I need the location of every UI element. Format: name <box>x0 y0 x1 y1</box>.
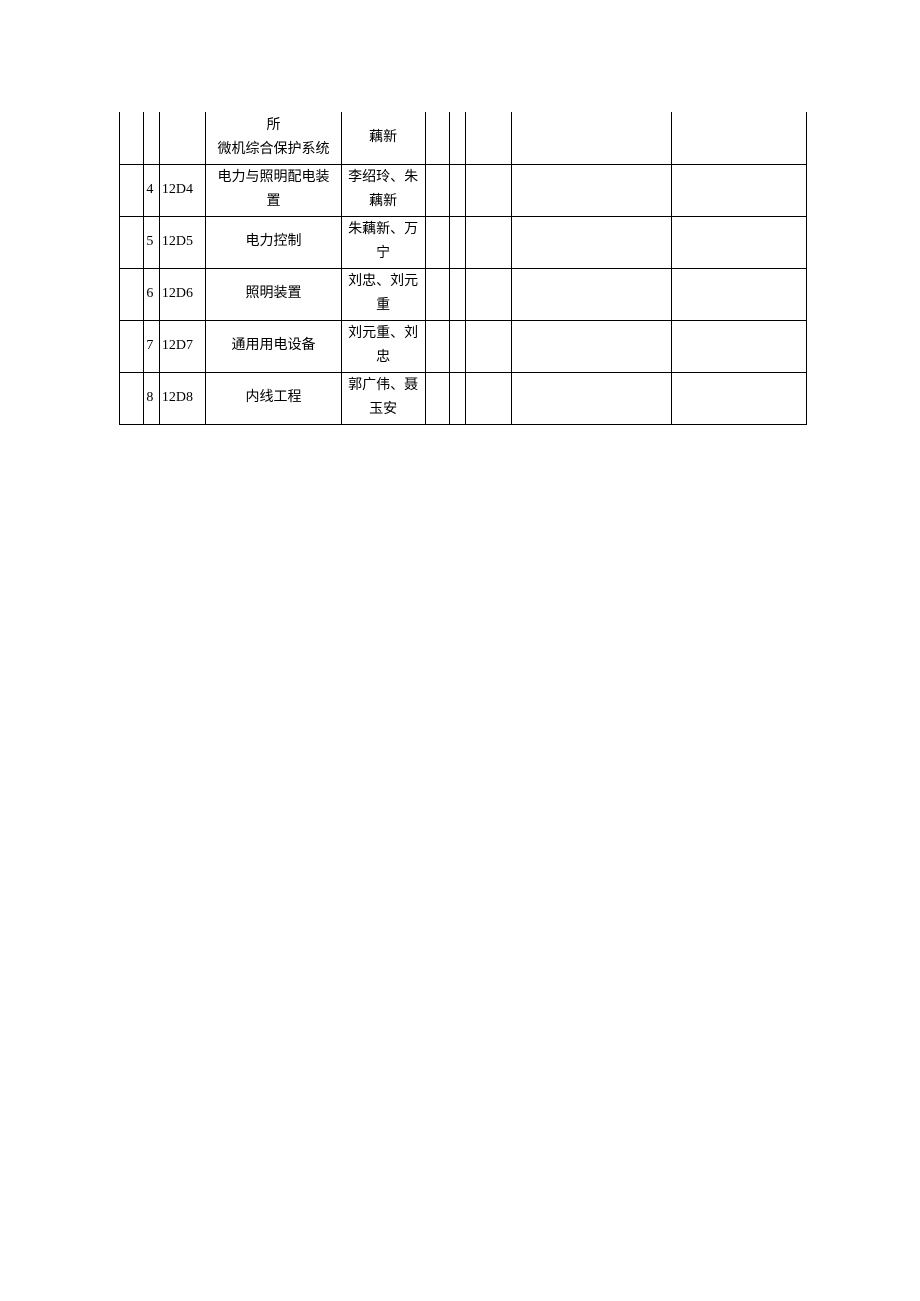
row-people: 郭广伟、聂玉安 <box>341 372 425 424</box>
row-name: 电力与照明配电装置 <box>206 164 341 216</box>
row-code: 12D7 <box>159 320 206 372</box>
table-row: 所微机综合保护系统藕新 <box>120 112 807 164</box>
blank-col-a <box>120 268 144 320</box>
row-index: 6 <box>144 268 160 320</box>
blank-col <box>671 164 806 216</box>
row-name-line1: 内线工程 <box>206 386 340 410</box>
blank-col <box>465 216 512 268</box>
blank-col <box>425 216 449 268</box>
row-code <box>159 112 206 164</box>
blank-col <box>465 164 512 216</box>
blank-col <box>512 164 672 216</box>
blank-col <box>465 268 512 320</box>
table-row: 712D7通用用电设备刘元重、刘忠 <box>120 320 807 372</box>
row-index: 7 <box>144 320 160 372</box>
row-people: 朱藕新、万宁 <box>341 216 425 268</box>
row-name: 电力控制 <box>206 216 341 268</box>
table-row: 512D5电力控制朱藕新、万宁 <box>120 216 807 268</box>
blank-col <box>512 372 672 424</box>
blank-col <box>425 112 449 164</box>
blank-col <box>425 320 449 372</box>
row-code: 12D8 <box>159 372 206 424</box>
row-name: 所微机综合保护系统 <box>206 112 341 164</box>
blank-col <box>512 216 672 268</box>
blank-col <box>671 112 806 164</box>
row-index <box>144 112 160 164</box>
row-people: 刘元重、刘忠 <box>341 320 425 372</box>
blank-col <box>465 320 512 372</box>
row-name-line1: 电力控制 <box>206 230 340 254</box>
row-name-line1: 照明装置 <box>206 282 340 306</box>
blank-col <box>465 112 512 164</box>
table-row: 412D4电力与照明配电装置李绍玲、朱藕新 <box>120 164 807 216</box>
blank-col <box>671 320 806 372</box>
row-index: 8 <box>144 372 160 424</box>
table-row: 812D8内线工程郭广伟、聂玉安 <box>120 372 807 424</box>
blank-col-a <box>120 216 144 268</box>
blank-col <box>671 216 806 268</box>
blank-col <box>450 216 466 268</box>
row-index: 5 <box>144 216 160 268</box>
row-name-line2: 微机综合保护系统 <box>206 138 340 162</box>
blank-col <box>671 268 806 320</box>
blank-col <box>425 164 449 216</box>
row-code: 12D4 <box>159 164 206 216</box>
blank-col <box>450 268 466 320</box>
blank-col <box>425 268 449 320</box>
blank-col <box>671 372 806 424</box>
row-name-line1: 所 <box>206 114 340 138</box>
blank-col <box>450 112 466 164</box>
row-index: 4 <box>144 164 160 216</box>
blank-col <box>512 268 672 320</box>
blank-col-a <box>120 112 144 164</box>
row-people: 藕新 <box>341 112 425 164</box>
row-name: 照明装置 <box>206 268 341 320</box>
blank-col <box>512 320 672 372</box>
row-code: 12D5 <box>159 216 206 268</box>
row-people: 刘忠、刘元重 <box>341 268 425 320</box>
blank-col-a <box>120 320 144 372</box>
row-code: 12D6 <box>159 268 206 320</box>
blank-col <box>425 372 449 424</box>
data-table: 所微机综合保护系统藕新412D4电力与照明配电装置李绍玲、朱藕新512D5电力控… <box>119 112 807 425</box>
blank-col <box>450 164 466 216</box>
row-name-line2: 置 <box>206 190 340 214</box>
blank-col <box>450 320 466 372</box>
blank-col-a <box>120 164 144 216</box>
row-name: 内线工程 <box>206 372 341 424</box>
blank-col <box>465 372 512 424</box>
row-people: 李绍玲、朱藕新 <box>341 164 425 216</box>
table-row: 612D6照明装置刘忠、刘元重 <box>120 268 807 320</box>
row-name-line1: 电力与照明配电装 <box>206 166 340 190</box>
blank-col <box>450 372 466 424</box>
blank-col <box>512 112 672 164</box>
row-name: 通用用电设备 <box>206 320 341 372</box>
blank-col-a <box>120 372 144 424</box>
row-name-line1: 通用用电设备 <box>206 334 340 358</box>
